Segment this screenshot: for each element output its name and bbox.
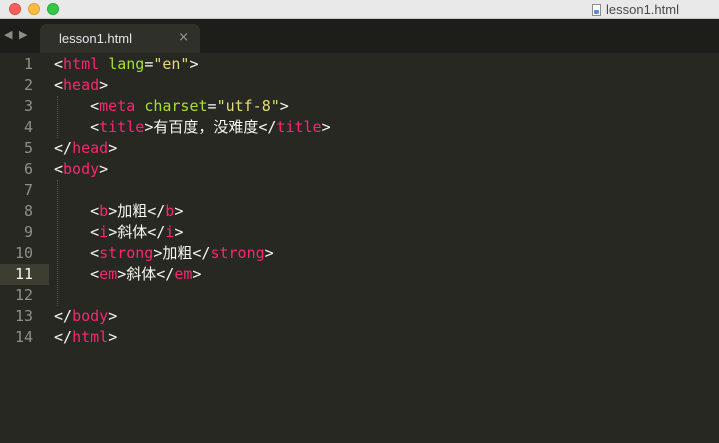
minimize-window-button[interactable] bbox=[28, 3, 40, 15]
code-line: <body> bbox=[54, 160, 109, 178]
line-number: 3 bbox=[23, 97, 33, 115]
tab-lesson1[interactable]: lesson1.html × bbox=[40, 24, 200, 53]
code-line: <b>加粗</b> bbox=[54, 202, 184, 220]
code-line: <title>有百度，没难度</title> bbox=[54, 118, 331, 136]
line-number: 14 bbox=[14, 328, 33, 346]
maximize-window-button[interactable] bbox=[47, 3, 59, 15]
code-line: <html lang="en"> bbox=[54, 55, 199, 73]
line-number: 13 bbox=[14, 307, 33, 325]
window-title: lesson1.html bbox=[592, 1, 679, 18]
line-number: 12 bbox=[14, 286, 33, 304]
code-line: <strong>加粗</strong> bbox=[54, 244, 274, 262]
code-line: </html> bbox=[54, 328, 118, 346]
line-number: 5 bbox=[23, 139, 33, 157]
code-line: <i>斜体</i> bbox=[54, 223, 184, 241]
line-number: 6 bbox=[23, 160, 33, 178]
tab-label: lesson1.html bbox=[59, 31, 132, 46]
line-number: 9 bbox=[23, 223, 33, 241]
title-bar: lesson1.html bbox=[0, 0, 719, 19]
close-window-button[interactable] bbox=[9, 3, 21, 15]
active-line-number: 11 bbox=[14, 265, 33, 283]
line-number: 7 bbox=[23, 181, 33, 199]
next-tab-icon[interactable]: ▶ bbox=[19, 28, 27, 41]
close-tab-icon[interactable]: × bbox=[178, 30, 189, 45]
tab-bar: ◀ ▶ lesson1.html × bbox=[0, 19, 719, 53]
line-number: 4 bbox=[23, 118, 33, 136]
code-line: </body> bbox=[54, 307, 118, 325]
html-file-icon bbox=[592, 3, 601, 16]
previous-tab-icon[interactable]: ◀ bbox=[4, 28, 12, 41]
line-number-gutter: 1 2 3 4 5 6 7 8 9 10 11 12 13 14 bbox=[0, 53, 46, 443]
code-editor[interactable]: 1 2 3 4 5 6 7 8 9 10 11 12 13 14 <html l… bbox=[0, 53, 719, 443]
line-number: 10 bbox=[14, 244, 33, 262]
line-number: 2 bbox=[23, 76, 33, 94]
line-number: 8 bbox=[23, 202, 33, 220]
line-number: 1 bbox=[23, 55, 33, 73]
code-line: <em>斜体</em> bbox=[54, 265, 202, 283]
code-line: </head> bbox=[54, 139, 118, 157]
code-line: <head> bbox=[54, 76, 109, 94]
code-line: <meta charset="utf-8"> bbox=[54, 97, 289, 115]
window-title-text: lesson1.html bbox=[606, 2, 679, 17]
